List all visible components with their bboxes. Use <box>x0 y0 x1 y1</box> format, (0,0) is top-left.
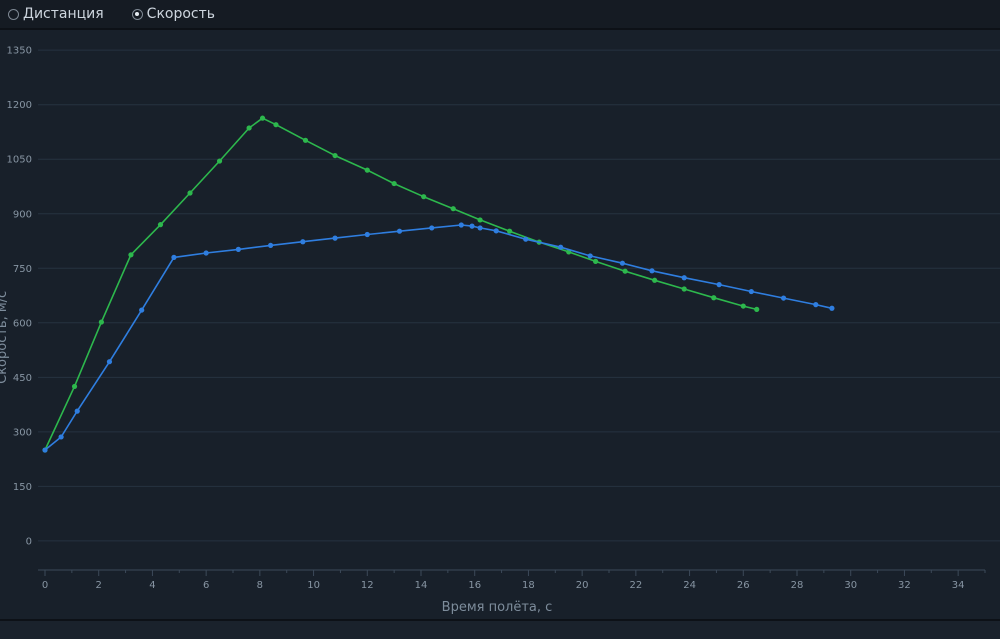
data-point <box>273 122 279 128</box>
data-point <box>106 359 113 365</box>
y-tick-label: 750 <box>13 264 32 275</box>
data-point <box>187 190 193 196</box>
data-point <box>302 137 309 143</box>
y-tick-label: 900 <box>13 209 32 220</box>
speed-chart: 01503004506007509001050120013500 2 4 6 8 10 12… <box>0 46 1000 615</box>
data-point <box>98 319 104 325</box>
y-tick-label: 0 <box>26 536 32 547</box>
x-tick-label: 30 <box>844 580 857 591</box>
y-tick-label: 1050 <box>7 155 32 166</box>
data-point <box>619 260 626 266</box>
radio-speed-label: Скорость <box>146 6 216 22</box>
data-point <box>558 244 564 250</box>
x-tick-label: 14 <box>415 580 428 591</box>
data-point <box>813 302 819 308</box>
data-point <box>332 152 338 159</box>
data-point <box>450 206 456 212</box>
data-point <box>364 167 370 173</box>
x-tick-label: 6 <box>203 580 209 591</box>
data-point <box>477 225 483 231</box>
data-point <box>128 252 134 258</box>
data-point <box>507 228 513 234</box>
x-tick-label: 32 <box>898 580 911 591</box>
data-point <box>429 225 435 231</box>
data-point <box>622 268 628 274</box>
data-point <box>396 228 403 234</box>
bottom-panel <box>0 619 1000 639</box>
data-point <box>652 277 658 283</box>
x-tick-label: 24 <box>683 580 696 591</box>
data-point <box>754 306 760 312</box>
data-point <box>246 125 252 131</box>
data-point <box>58 434 64 440</box>
x-axis-title: Время полёта, с <box>442 600 553 615</box>
grid-layer <box>38 49 1000 542</box>
x-tick-label: 0 <box>42 580 48 591</box>
series-line-1 <box>44 224 833 451</box>
radio-distance-label: Дистанция <box>23 6 104 22</box>
data-point <box>71 383 78 390</box>
x-tick-label: 34 <box>952 580 965 591</box>
radio-distance[interactable]: Дистанция <box>8 6 104 22</box>
data-point <box>157 222 164 228</box>
x-tick-label: 4 <box>149 580 155 591</box>
data-point <box>592 258 599 264</box>
mode-selector-bar: Дистанция Скорость <box>0 0 1000 30</box>
series-layer <box>42 115 835 453</box>
data-point <box>203 250 209 256</box>
y-tick-label: 150 <box>13 482 32 493</box>
data-point <box>42 447 48 453</box>
x-tick-label: 28 <box>791 580 804 591</box>
data-point <box>74 408 80 414</box>
data-point <box>171 254 177 260</box>
data-point <box>391 180 397 187</box>
data-point <box>139 307 145 313</box>
y-tick-label: 1200 <box>7 100 32 111</box>
data-point <box>681 286 687 292</box>
x-tick-label: 8 <box>257 580 263 591</box>
x-tick-label: 12 <box>361 580 374 591</box>
y-tick-label: 600 <box>13 318 32 329</box>
data-point <box>780 295 787 301</box>
x-tick-label: 2 <box>96 580 102 591</box>
y-tick-label: 1350 <box>7 46 32 57</box>
data-point <box>829 305 835 311</box>
data-point <box>268 242 274 248</box>
data-point <box>748 288 754 295</box>
data-point <box>235 246 241 252</box>
y-axis-title: Скорость, м/с <box>0 291 10 384</box>
data-point <box>300 239 306 245</box>
data-point <box>332 235 338 241</box>
radio-speed-circle-icon[interactable] <box>131 8 143 20</box>
x-tick-label: 16 <box>468 580 481 591</box>
axis-layer: 01503004506007509001050120013500 2 4 6 8 10 12… <box>7 46 986 591</box>
data-point <box>259 115 266 121</box>
data-point <box>493 228 499 234</box>
data-point <box>364 231 370 238</box>
data-point <box>587 253 593 259</box>
data-point <box>421 194 427 200</box>
x-tick-label: 10 <box>307 580 320 591</box>
data-point <box>458 222 464 228</box>
data-point <box>469 223 475 229</box>
radio-speed[interactable]: Скорость <box>131 6 216 22</box>
data-point <box>681 275 687 281</box>
x-tick-label: 26 <box>737 580 750 591</box>
data-point <box>716 282 722 288</box>
data-point <box>216 158 223 164</box>
y-tick-label: 300 <box>13 427 32 438</box>
x-tick-label: 20 <box>576 580 589 591</box>
data-point <box>649 268 655 274</box>
data-point <box>740 303 746 309</box>
x-tick-label: 18 <box>522 580 535 591</box>
x-tick-label: 22 <box>629 580 642 591</box>
y-tick-label: 450 <box>13 373 32 384</box>
series-line-0 <box>44 117 757 451</box>
data-point <box>477 217 483 223</box>
data-point <box>523 236 529 242</box>
radio-distance-circle-icon[interactable] <box>8 8 19 20</box>
data-point <box>711 295 717 301</box>
